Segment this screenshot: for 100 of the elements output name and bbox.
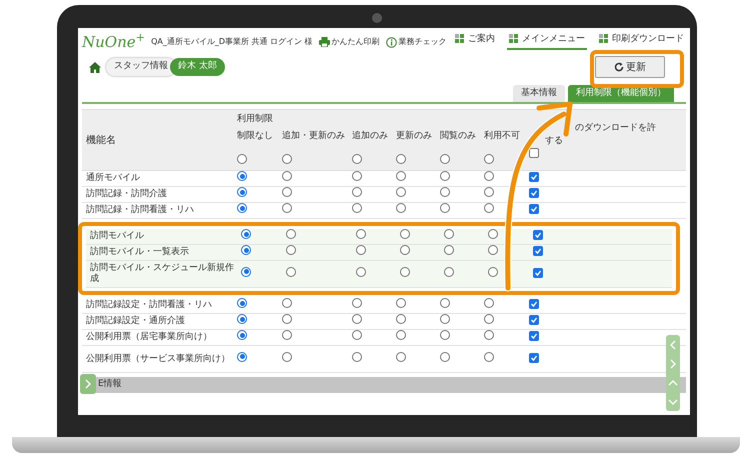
radio-button[interactable] <box>356 229 366 239</box>
radio-button[interactable] <box>396 154 406 164</box>
radio-button[interactable] <box>440 352 450 362</box>
refresh-icon <box>614 62 624 72</box>
radio-button[interactable] <box>352 171 362 181</box>
radio-button[interactable] <box>440 314 450 324</box>
radio-button[interactable] <box>352 187 362 197</box>
radio-button[interactable] <box>282 298 292 308</box>
radio-button[interactable] <box>237 330 247 340</box>
nav-tab[interactable]: 印刷ダウンロード <box>597 32 686 50</box>
function-name: 訪問記録設定・通所介護 <box>85 316 186 327</box>
radio-button[interactable] <box>352 330 362 340</box>
radio-button[interactable] <box>444 245 454 255</box>
radio-button[interactable] <box>440 298 450 308</box>
refresh-button[interactable]: 更新 <box>595 56 665 78</box>
radio-button[interactable] <box>237 314 247 324</box>
radio-button[interactable] <box>237 298 247 308</box>
radio-button[interactable] <box>282 187 292 197</box>
radio-button[interactable] <box>400 229 410 239</box>
radio-button[interactable] <box>488 229 498 239</box>
checkbox[interactable] <box>529 315 539 325</box>
grid-icon <box>599 34 609 44</box>
radio-button[interactable] <box>484 314 494 324</box>
column-heading: 追加・更新のみ <box>282 130 345 142</box>
radio-button[interactable] <box>400 245 410 255</box>
radio-button[interactable] <box>282 203 292 213</box>
radio-button[interactable] <box>396 187 406 197</box>
section-title: E情報 <box>98 378 122 392</box>
function-name: 訪問モバイル・一覧表示 <box>89 247 190 258</box>
radio-button[interactable] <box>352 314 362 324</box>
checkbox[interactable] <box>533 230 543 240</box>
column-heading: 更新のみ <box>396 130 432 142</box>
checkbox[interactable] <box>529 299 539 309</box>
radio-button[interactable] <box>356 245 366 255</box>
radio-button[interactable] <box>488 245 498 255</box>
checkbox[interactable] <box>529 331 539 341</box>
radio-button[interactable] <box>484 330 494 340</box>
nav-tab[interactable]: ご案内 <box>453 32 497 50</box>
radio-button[interactable] <box>282 171 292 181</box>
radio-button[interactable] <box>282 352 292 362</box>
function-name: 通所モバイル <box>85 173 141 184</box>
header-link[interactable]: 業務チェック <box>386 36 447 48</box>
radio-button[interactable] <box>396 171 406 181</box>
radio-button[interactable] <box>440 171 450 181</box>
radio-button[interactable] <box>237 187 247 197</box>
radio-button[interactable] <box>396 352 406 362</box>
radio-button[interactable] <box>396 330 406 340</box>
radio-button[interactable] <box>286 266 296 276</box>
radio-button[interactable] <box>282 330 292 340</box>
checkbox[interactable] <box>529 204 539 214</box>
radio-button[interactable] <box>241 245 251 255</box>
radio-button[interactable] <box>352 154 362 164</box>
radio-button[interactable] <box>237 171 247 181</box>
radio-button[interactable] <box>440 154 450 164</box>
radio-button[interactable] <box>396 203 406 213</box>
nav-tab[interactable]: メインメニュー <box>507 32 587 50</box>
radio-button[interactable] <box>352 298 362 308</box>
radio-button[interactable] <box>484 352 494 362</box>
checkbox[interactable] <box>529 352 539 362</box>
radio-button[interactable] <box>286 245 296 255</box>
group-heading: 利用制限 <box>237 113 274 126</box>
column-heading: 追加のみ <box>352 130 388 142</box>
radio-button[interactable] <box>488 266 498 276</box>
tab[interactable]: 基本情報 <box>513 85 565 102</box>
radio-button[interactable] <box>444 229 454 239</box>
radio-button[interactable] <box>286 229 296 239</box>
grid-icon <box>455 34 465 44</box>
radio-button[interactable] <box>356 266 366 276</box>
radio-button[interactable] <box>400 266 410 276</box>
checkbox[interactable] <box>529 172 539 182</box>
radio-button[interactable] <box>237 352 247 362</box>
radio-button[interactable] <box>237 203 247 213</box>
checkbox[interactable] <box>529 188 539 198</box>
radio-button[interactable] <box>484 298 494 308</box>
radio-button[interactable] <box>484 154 494 164</box>
column-heading: 制限なし <box>237 130 273 142</box>
radio-button[interactable] <box>484 187 494 197</box>
radio-button[interactable] <box>241 266 251 276</box>
checkbox[interactable] <box>533 268 543 278</box>
radio-button[interactable] <box>484 203 494 213</box>
header-link[interactable]: かんたん印刷 <box>318 36 380 48</box>
grid-icon <box>509 34 519 44</box>
radio-button[interactable] <box>352 352 362 362</box>
function-name: 訪問記録設定・訪問看護・リハ <box>85 300 213 311</box>
radio-button[interactable] <box>282 314 292 324</box>
radio-button[interactable] <box>484 171 494 181</box>
radio-button[interactable] <box>282 154 292 164</box>
breadcrumb-item[interactable]: 鈴木 太郎 <box>170 58 225 76</box>
radio-button[interactable] <box>237 154 247 164</box>
radio-button[interactable] <box>396 298 406 308</box>
radio-button[interactable] <box>241 229 251 239</box>
radio-button[interactable] <box>444 266 454 276</box>
radio-button[interactable] <box>440 203 450 213</box>
radio-button[interactable] <box>396 314 406 324</box>
column-heading: 機能名 <box>86 134 116 148</box>
radio-button[interactable] <box>440 187 450 197</box>
checkbox[interactable] <box>533 246 543 256</box>
checkbox[interactable] <box>529 148 539 158</box>
radio-button[interactable] <box>352 203 362 213</box>
radio-button[interactable] <box>440 330 450 340</box>
